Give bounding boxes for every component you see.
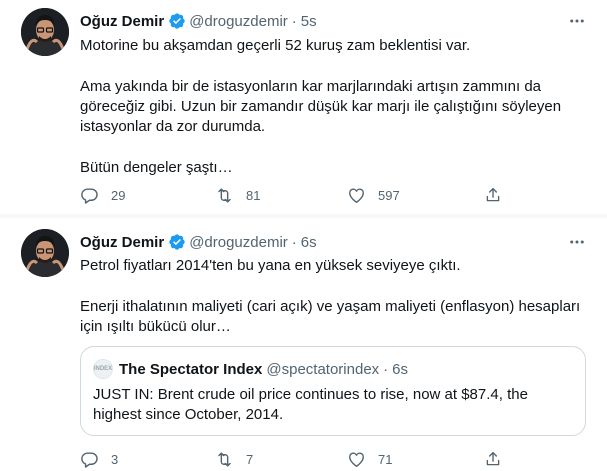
tweet-text: Petrol fiyatları 2014'ten bu yana en yük… <box>80 256 585 337</box>
author-handle[interactable]: @droguzdemir <box>189 234 288 251</box>
retweet-count: 7 <box>246 452 254 467</box>
quoted-author-handle: @spectatorindex <box>266 360 380 378</box>
timestamp[interactable]: 6s <box>301 234 317 251</box>
avatar-image <box>21 8 69 56</box>
reply-icon <box>81 188 98 204</box>
quoted-author-name: The Spectator Index <box>119 360 263 378</box>
reply-button[interactable]: 3 <box>80 450 118 469</box>
retweet-button[interactable]: 81 <box>215 186 260 205</box>
author-name[interactable]: Oğuz Demir <box>80 13 164 30</box>
like-button[interactable]: 597 <box>347 186 400 205</box>
tweet-paragraph: Enerji ithalatının maliyeti (cari açık) … <box>80 298 581 335</box>
like-button[interactable]: 71 <box>347 450 392 469</box>
tweet-paragraph: Motorine bu akşamdan geçerli 52 kuruş za… <box>80 37 471 54</box>
tweet-header: Oğuz Demir @droguzdemir · 5s <box>80 11 587 31</box>
retweet-icon <box>218 452 231 467</box>
heart-icon <box>349 452 364 467</box>
reply-count: 29 <box>111 188 126 203</box>
avatar[interactable] <box>21 8 69 56</box>
tweet[interactable]: Oğuz Demir @droguzdemir · 6s Petrol fiya… <box>0 216 607 471</box>
share-button[interactable] <box>484 450 502 468</box>
retweet-icon <box>218 188 231 203</box>
share-button[interactable] <box>484 186 502 204</box>
avatar[interactable] <box>21 229 69 277</box>
timeline: Oğuz Demir @droguzdemir · 5s Motorine bu… <box>0 0 607 471</box>
tweet-paragraph: Ama yakında bir de istasyonların kar mar… <box>80 78 562 135</box>
author-handle[interactable]: @droguzdemir <box>189 13 288 30</box>
share-icon <box>486 187 500 202</box>
retweet-count: 81 <box>246 188 261 203</box>
verified-badge-icon <box>168 12 186 30</box>
share-icon <box>486 451 500 466</box>
separator-dot: · <box>291 233 297 251</box>
like-count: 71 <box>378 452 393 467</box>
like-count: 597 <box>378 188 400 203</box>
tweet-actions: 29 81 597 <box>80 186 520 206</box>
tweet-header: Oğuz Demir @droguzdemir · 6s <box>80 232 587 252</box>
quoted-timestamp: 6s <box>392 360 409 378</box>
avatar-image <box>21 229 69 277</box>
more-icon[interactable] <box>567 232 587 252</box>
verified-badge-icon <box>168 233 186 251</box>
quoted-tweet-text: JUST IN: Brent crude oil price continues… <box>93 386 528 423</box>
reply-count: 3 <box>111 452 119 467</box>
tweet[interactable]: Oğuz Demir @droguzdemir · 5s Motorine bu… <box>0 0 607 216</box>
quoted-avatar: INDEX <box>93 359 113 379</box>
tweet-text: Motorine bu akşamdan geçerli 52 kuruş za… <box>80 36 585 178</box>
tweet-paragraph: Petrol fiyatları 2014'ten bu yana en yük… <box>80 257 461 274</box>
heart-icon <box>349 188 364 203</box>
quoted-tweet[interactable]: INDEX The Spectator Index @spectatorinde… <box>80 346 586 436</box>
tweet-paragraph: Bütün dengeler şaştı… <box>80 159 233 176</box>
tweet-actions: 3 7 71 <box>80 450 520 470</box>
reply-button[interactable]: 29 <box>80 186 125 205</box>
separator-dot: · <box>291 12 297 30</box>
more-icon[interactable] <box>567 11 587 31</box>
author-name[interactable]: Oğuz Demir <box>80 234 164 251</box>
quoted-tweet-header: INDEX The Spectator Index @spectatorinde… <box>93 359 408 379</box>
separator-dot: · <box>383 360 389 378</box>
reply-icon <box>81 452 98 468</box>
retweet-button[interactable]: 7 <box>215 450 253 469</box>
timestamp[interactable]: 5s <box>301 13 317 30</box>
